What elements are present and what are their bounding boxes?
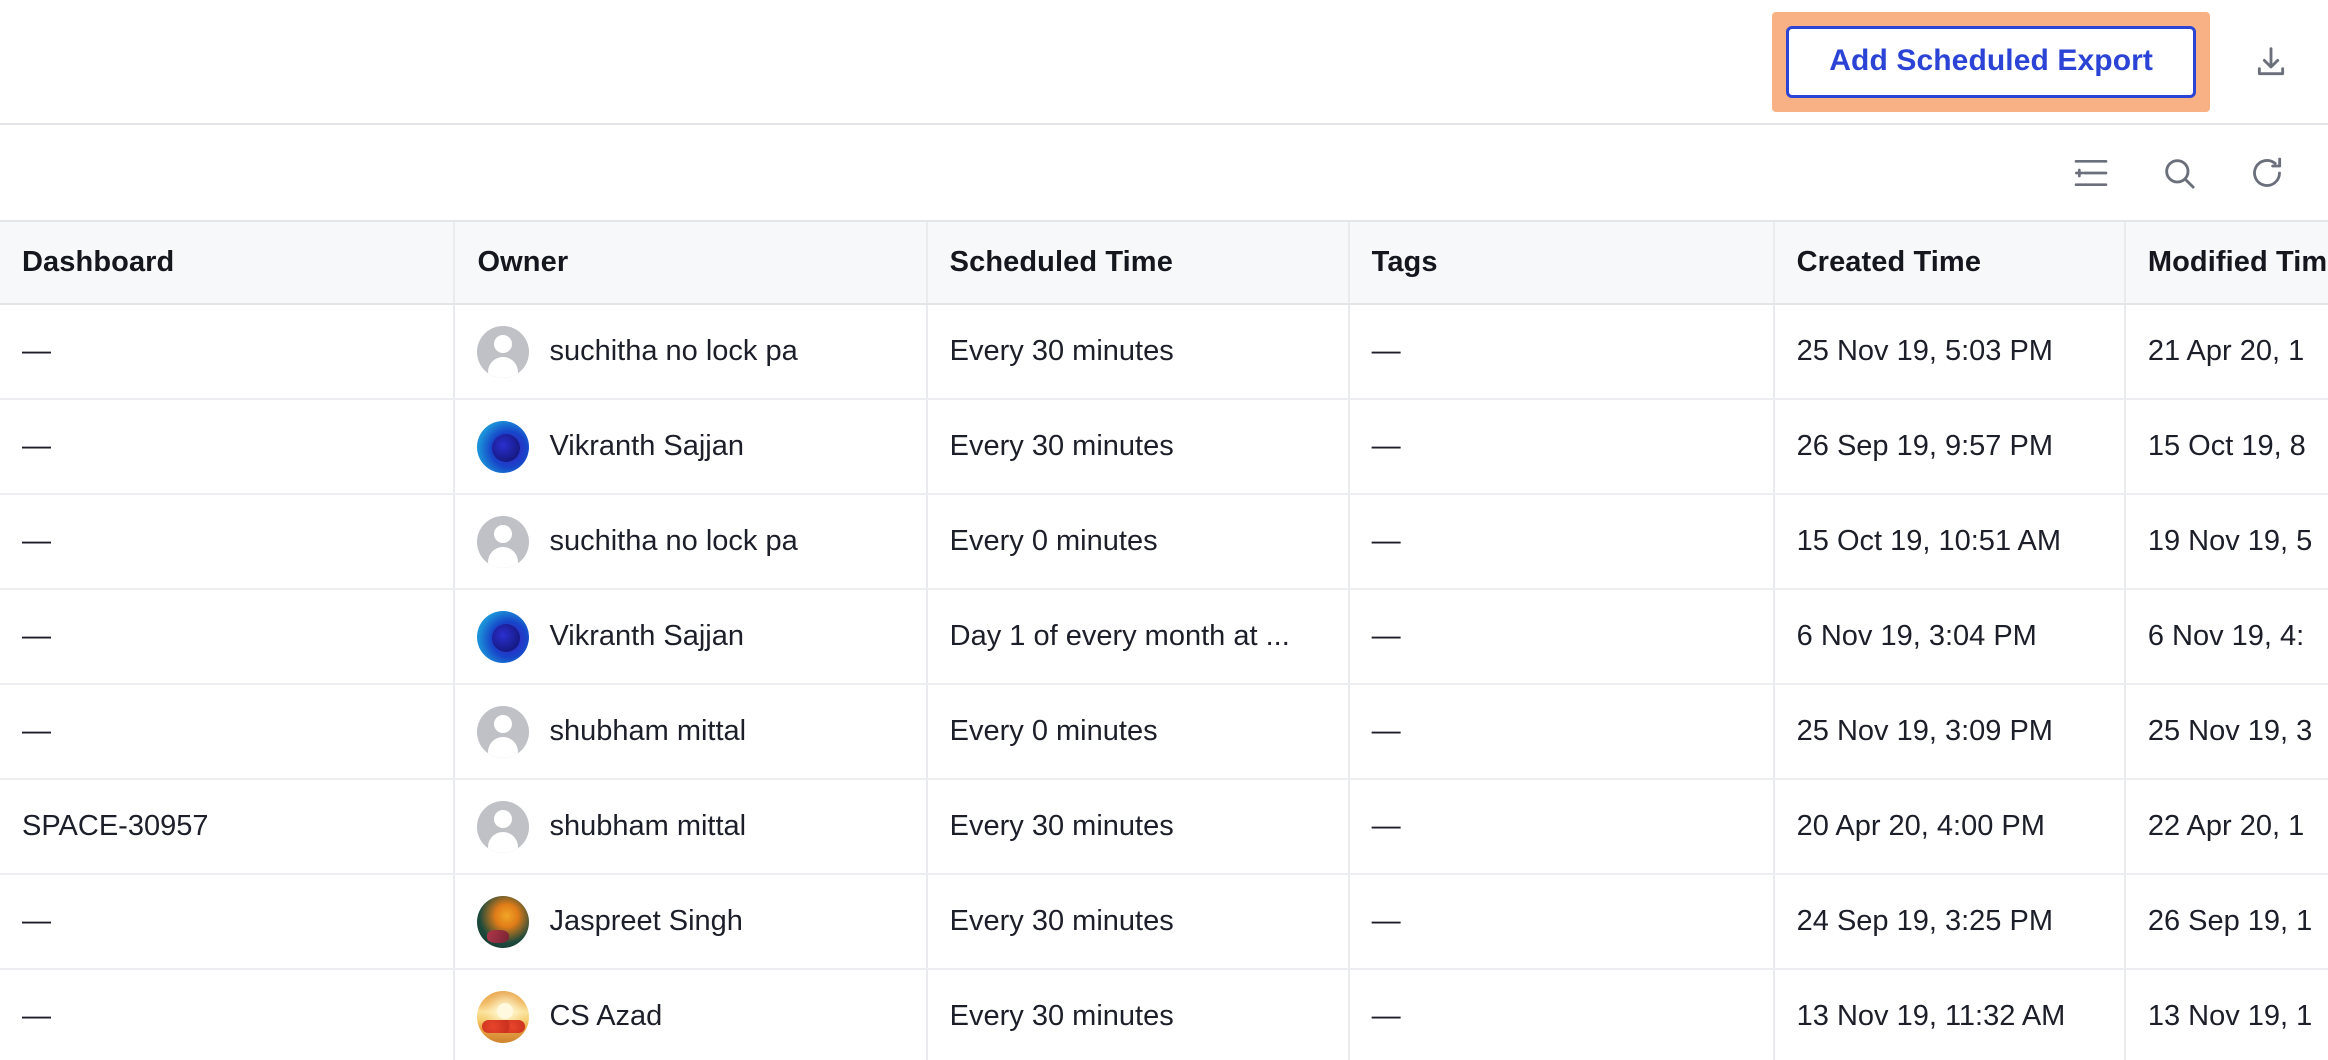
table-header-row: Dashboard Owner Scheduled Time Tags Crea… xyxy=(0,222,2328,305)
column-header-owner[interactable]: Owner xyxy=(454,222,928,305)
cell-scheduled-time: Every 30 minutes xyxy=(926,779,1350,875)
cell-scheduled-time: Every 30 minutes xyxy=(926,969,1350,1060)
cell-owner: Vikranth Sajjan xyxy=(454,399,928,495)
column-header-created-time[interactable]: Created Time xyxy=(1773,222,2126,305)
cell-modified-time: 19 Nov 19, 5 xyxy=(2124,494,2328,590)
column-header-dashboard[interactable]: Dashboard xyxy=(0,222,456,305)
cell-tags: — xyxy=(1348,779,1775,875)
cell-created-time: 26 Sep 19, 9:57 PM xyxy=(1773,399,2126,495)
avatar xyxy=(477,800,530,853)
cell-scheduled-time: Every 0 minutes xyxy=(926,494,1350,590)
cell-owner: suchitha no lock pa xyxy=(454,494,928,590)
column-header-scheduled-time[interactable]: Scheduled Time xyxy=(926,222,1350,305)
table-row[interactable]: — shubham mittal Every 0 minutes —25 Nov 19… xyxy=(0,684,2328,780)
cell-modified-time: 6 Nov 19, 4: xyxy=(2124,589,2328,685)
avatar xyxy=(477,420,530,473)
cell-owner: CS Azad xyxy=(454,969,928,1060)
cell-dashboard: — xyxy=(0,969,456,1060)
cell-scheduled-time: Every 0 minutes xyxy=(926,684,1350,780)
owner-name: suchitha no lock pa xyxy=(549,525,798,557)
avatar xyxy=(477,325,530,378)
table-row[interactable]: — suchitha no lock pa Every 0 minutes —15 O… xyxy=(0,494,2328,590)
cell-modified-time: 21 Apr 20, 1 xyxy=(2124,304,2328,400)
cell-modified-time: 26 Sep 19, 1 xyxy=(2124,874,2328,970)
cell-owner: Vikranth Sajjan xyxy=(454,589,928,685)
avatar xyxy=(477,705,530,758)
cell-scheduled-time: Every 30 minutes xyxy=(926,304,1350,400)
cell-created-time: 25 Nov 19, 5:03 PM xyxy=(1773,304,2126,400)
table-row[interactable]: — Vikranth Sajjan Every 30 minutes —26 Sep … xyxy=(0,399,2328,495)
refresh-icon[interactable] xyxy=(2244,150,2290,196)
cell-modified-time: 22 Apr 20, 1 xyxy=(2124,779,2328,875)
owner-name: suchitha no lock pa xyxy=(549,335,798,367)
cell-tags: — xyxy=(1348,589,1775,685)
table-toolbar xyxy=(0,125,2328,222)
table-body: — suchitha no lock pa Every 30 minutes —25 … xyxy=(0,304,2328,1060)
column-header-tags[interactable]: Tags xyxy=(1348,222,1775,305)
cell-tags: — xyxy=(1348,304,1775,400)
cell-dashboard: — xyxy=(0,684,456,780)
cell-tags: — xyxy=(1348,969,1775,1060)
owner-name: CS Azad xyxy=(549,1000,663,1032)
table-row[interactable]: — CS Azad Every 30 minutes —13 Nov 19, 11:3… xyxy=(0,969,2328,1060)
cell-owner: shubham mittal xyxy=(454,684,928,780)
add-filter-icon[interactable] xyxy=(2068,150,2114,196)
top-action-bar: Add Scheduled Export xyxy=(0,0,2328,125)
avatar xyxy=(477,515,530,568)
table-row[interactable]: — Vikranth Sajjan Day 1 of every month at … xyxy=(0,589,2328,685)
cell-scheduled-time: Day 1 of every month at ... xyxy=(926,589,1350,685)
search-icon[interactable] xyxy=(2156,150,2202,196)
avatar xyxy=(477,610,530,663)
cell-owner: shubham mittal xyxy=(454,779,928,875)
cell-modified-time: 15 Oct 19, 8 xyxy=(2124,399,2328,495)
download-icon[interactable] xyxy=(2244,35,2298,89)
cell-dashboard: — xyxy=(0,494,456,590)
cell-modified-time: 13 Nov 19, 1 xyxy=(2124,969,2328,1060)
cell-created-time: 6 Nov 19, 3:04 PM xyxy=(1773,589,2126,685)
table-row[interactable]: — Jaspreet Singh Every 30 minutes —24 Sep 1… xyxy=(0,874,2328,970)
cell-scheduled-time: Every 30 minutes xyxy=(926,399,1350,495)
cell-dashboard: SPACE-30957 xyxy=(0,779,456,875)
owner-name: Vikranth Sajjan xyxy=(549,430,745,462)
cell-tags: — xyxy=(1348,494,1775,590)
cell-dashboard: — xyxy=(0,589,456,685)
add-scheduled-export-highlight: Add Scheduled Export xyxy=(1772,11,2210,112)
cell-tags: — xyxy=(1348,874,1775,970)
owner-name: shubham mittal xyxy=(549,715,747,747)
cell-dashboard: — xyxy=(0,399,456,495)
avatar xyxy=(477,990,530,1043)
table-header: Dashboard Owner Scheduled Time Tags Crea… xyxy=(0,222,2328,305)
cell-created-time: 24 Sep 19, 3:25 PM xyxy=(1773,874,2126,970)
cell-created-time: 13 Nov 19, 11:32 AM xyxy=(1773,969,2126,1060)
cell-modified-time: 25 Nov 19, 3 xyxy=(2124,684,2328,780)
cell-created-time: 25 Nov 19, 3:09 PM xyxy=(1773,684,2126,780)
cell-owner: suchitha no lock pa xyxy=(454,304,928,400)
owner-name: shubham mittal xyxy=(549,810,747,842)
cell-tags: — xyxy=(1348,399,1775,495)
add-scheduled-export-button[interactable]: Add Scheduled Export xyxy=(1786,25,2196,98)
cell-dashboard: — xyxy=(0,304,456,400)
scheduled-exports-table: Dashboard Owner Scheduled Time Tags Crea… xyxy=(0,222,2328,1060)
cell-dashboard: — xyxy=(0,874,456,970)
owner-name: Jaspreet Singh xyxy=(549,905,743,937)
cell-owner: Jaspreet Singh xyxy=(454,874,928,970)
cell-created-time: 20 Apr 20, 4:00 PM xyxy=(1773,779,2126,875)
owner-name: Vikranth Sajjan xyxy=(549,620,745,652)
table-row[interactable]: — suchitha no lock pa Every 30 minutes —25 … xyxy=(0,304,2328,400)
scheduled-exports-table-container[interactable]: Dashboard Owner Scheduled Time Tags Crea… xyxy=(0,222,2328,1060)
scheduled-exports-page: Add Scheduled Export Dashboard Owner Sch… xyxy=(0,0,2328,1060)
cell-scheduled-time: Every 30 minutes xyxy=(926,874,1350,970)
cell-tags: — xyxy=(1348,684,1775,780)
cell-created-time: 15 Oct 19, 10:51 AM xyxy=(1773,494,2126,590)
table-row[interactable]: SPACE-30957 shubham mittal Every 30 minute… xyxy=(0,779,2328,875)
column-header-modified-time[interactable]: Modified Time xyxy=(2124,222,2328,305)
avatar xyxy=(477,895,530,948)
